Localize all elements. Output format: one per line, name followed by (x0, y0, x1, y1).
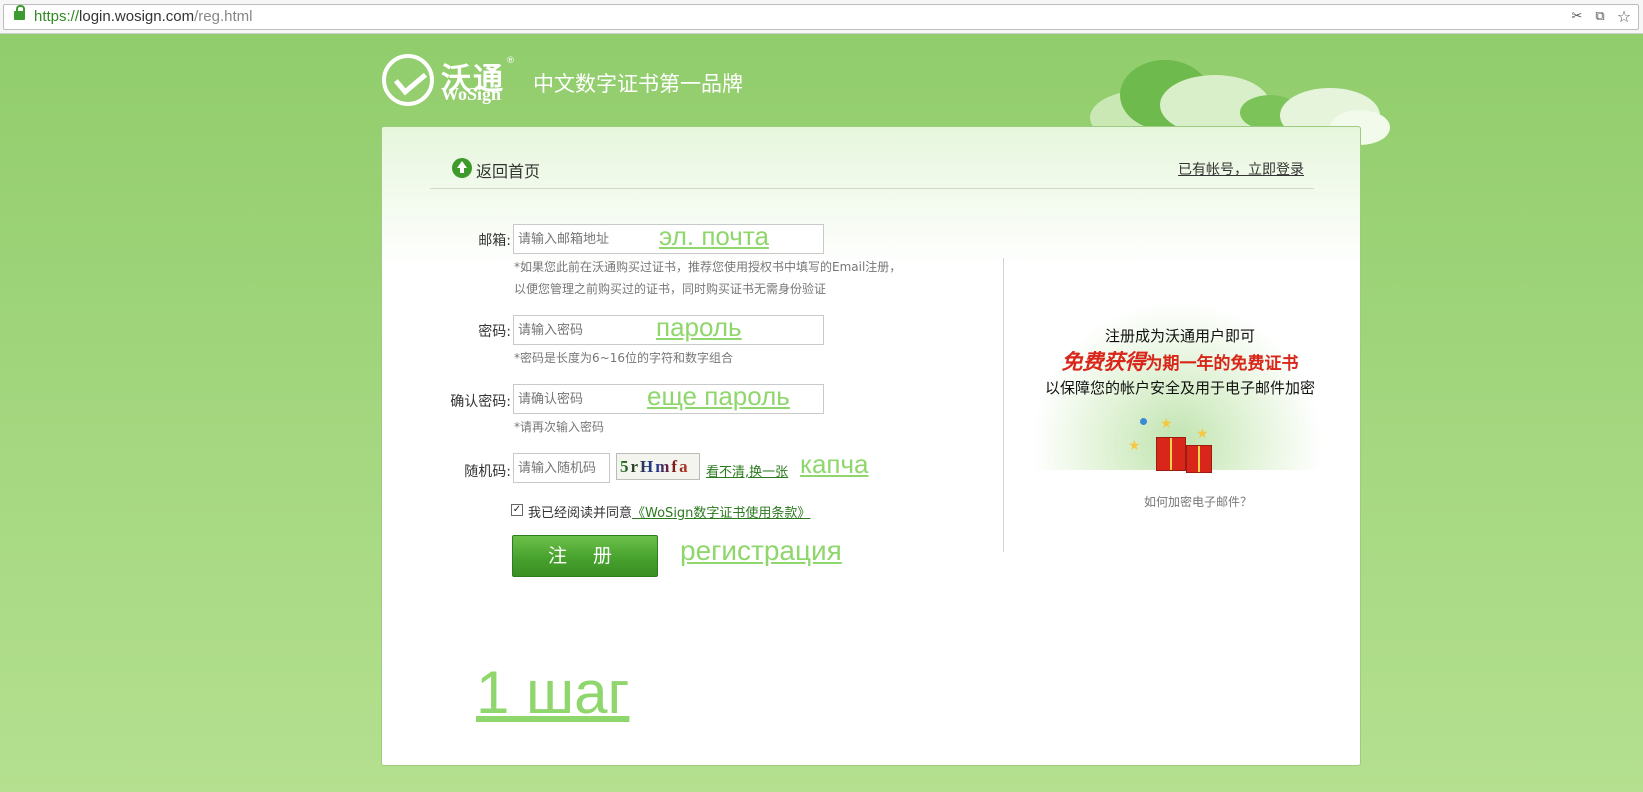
terms-link[interactable]: 《WoSign数字证书使用条款》 (632, 506, 810, 521)
translate-icon[interactable]: ⧉ (1592, 9, 1608, 25)
extension-icon[interactable]: ✂ (1569, 9, 1585, 25)
captcha-image[interactable]: 5rHmfa (616, 453, 700, 480)
annotation-register: регистрация (680, 535, 842, 566)
vertical-divider (1003, 258, 1004, 552)
captcha-text: 5rHmfa (620, 457, 690, 476)
password-hint: *密码是长度为6~16位的字符和数字组合 (514, 351, 733, 365)
login-link[interactable]: 已有帐号，立即登录 (1178, 159, 1304, 179)
lock-icon (14, 5, 25, 20)
annotation-captcha: капча (800, 449, 869, 479)
agree-checkbox[interactable]: ✓ (511, 504, 523, 516)
promo-line2: 免费获得为期一年的免费证书 (1061, 350, 1299, 374)
header-divider (430, 188, 1314, 189)
bookmark-star-icon[interactable]: ☆ (1616, 9, 1632, 25)
slogan: 中文数字证书第一品牌 (533, 72, 743, 96)
confirm-password-hint: *请再次输入密码 (514, 420, 605, 434)
brand-name-en: WoSign (441, 84, 502, 104)
password-label: 密码: (478, 324, 511, 340)
promo-line1: 注册成为沃通用户即可 (1104, 327, 1255, 345)
annotation-confirm: еще пароль (647, 381, 790, 411)
agree-text: 我已经阅读并同意《WoSign数字证书使用条款》 (528, 506, 811, 521)
promo-line3: 以保障您的帐户安全及用于电子邮件加密 (1044, 379, 1315, 397)
captcha-input[interactable] (513, 453, 610, 483)
back-home-link[interactable]: 返回首页 (476, 158, 540, 182)
arrow-up-home-icon[interactable] (452, 158, 472, 178)
email-label: 邮箱: (478, 233, 511, 249)
browser-toolbar: https://login.wosign.com/reg.html ✂ ⧉ ☆ (0, 0, 1643, 34)
registered-mark: ® (506, 56, 515, 66)
email-hint-line2: 以便您管理之前购买过的证书，同时购买证书无需身份验证 (514, 282, 827, 296)
refresh-captcha-link[interactable]: 看不清,换一张 (706, 461, 788, 480)
url-text[interactable]: https://login.wosign.com/reg.html (34, 8, 252, 25)
email-hint-line1: *如果您此前在沃通购买过证书，推荐您使用授权书中填写的Email注册， (514, 260, 902, 274)
annotation-email: эл. почта (659, 221, 769, 251)
address-bar[interactable]: https://login.wosign.com/reg.html ✂ ⧉ ☆ (3, 4, 1639, 30)
register-button[interactable]: 注 册 (512, 535, 658, 577)
wosign-logo-icon[interactable] (382, 54, 434, 106)
encrypt-email-link[interactable]: 如何加密电子邮件？ (1060, 493, 1336, 510)
confirm-password-label: 确认密码: (450, 394, 511, 410)
annotation-step: 1 шаг (476, 659, 630, 726)
captcha-label: 随机码: (464, 464, 511, 480)
annotation-password: пароль (656, 312, 742, 342)
